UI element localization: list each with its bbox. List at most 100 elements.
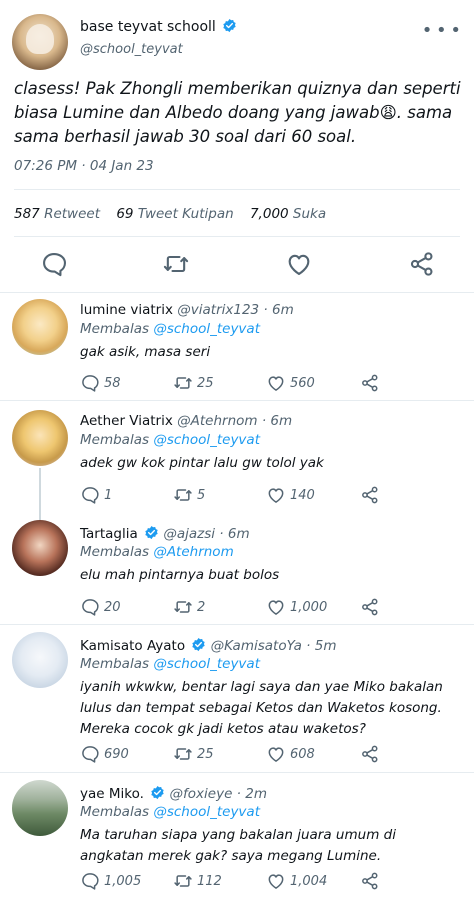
reply-handle: @foxieye · 2m	[169, 786, 267, 802]
like-icon	[268, 600, 284, 615]
reply-tweet[interactable]: Tartaglia @ajazsi · 6m Membalas @Atehrno…	[0, 512, 474, 624]
tweet-timestamp[interactable]: 07:26 PM · 04 Jan 23	[14, 158, 154, 174]
reply-tweet[interactable]: Aether Viatrix @Atehrnom · 6m Membalas @…	[0, 400, 474, 520]
like-icon	[268, 488, 284, 503]
mention-link[interactable]: @school_teyvat	[153, 804, 260, 820]
reply-action[interactable]: 1,005	[80, 871, 141, 891]
share-action[interactable]	[360, 597, 384, 617]
tweet-text: clasess! Pak Zhongli memberikan quiznya …	[14, 77, 462, 149]
reply-text: Ma taruhan siapa yang bakalan juara umum…	[80, 827, 396, 864]
like-icon	[268, 747, 284, 762]
reply-author: Tartaglia	[80, 526, 138, 542]
reply-text: gak asik, masa seri	[80, 344, 211, 360]
main-actions-bar	[0, 250, 474, 280]
retweet-action[interactable]: 25	[173, 373, 214, 393]
reply-icon	[82, 599, 99, 616]
reply-handle: @KamisatoYa · 5m	[210, 638, 337, 654]
mention-link[interactable]: @Atehrnom	[153, 544, 233, 560]
avatar[interactable]	[12, 299, 68, 355]
reply-icon	[82, 487, 99, 504]
reply-tweet[interactable]: lumine viatrix @viatrix123 · 6m Membalas…	[0, 292, 474, 400]
reply-text: elu mah pintarnya buat bolos	[80, 567, 280, 583]
retweet-action[interactable]: 25	[173, 744, 214, 764]
reply-text: adek gw kok pintar lalu gw tolol yak	[80, 455, 324, 471]
like-stat[interactable]: 7,000 Suka	[250, 206, 326, 222]
verified-badge-icon	[192, 637, 206, 652]
share-action[interactable]	[360, 744, 384, 764]
retweet-action[interactable]: 2	[173, 597, 205, 617]
mention-link[interactable]: @school_teyvat	[153, 432, 260, 448]
retweet-icon[interactable]	[162, 250, 190, 278]
reply-actions: 690 25 608	[80, 744, 400, 766]
reply-handle: @ajazsi · 6m	[163, 526, 250, 542]
divider	[14, 236, 460, 237]
reply-actions: 1,005 112 1,004	[80, 871, 400, 893]
share-icon	[362, 745, 378, 763]
reply-icon	[82, 375, 99, 392]
verified-badge-icon	[151, 785, 164, 800]
share-icon	[362, 374, 378, 392]
more-options-icon[interactable]: • • •	[422, 20, 461, 41]
author-name-row[interactable]: base teyvat schooll	[80, 18, 237, 35]
retweet-action[interactable]: 112	[173, 871, 222, 891]
like-icon[interactable]	[285, 250, 313, 278]
verified-badge-icon	[223, 18, 236, 33]
replying-to: Membalas @school_teyvat	[80, 656, 260, 672]
quote-stat[interactable]: 69 Tweet Kutipan	[116, 206, 233, 222]
share-icon	[362, 872, 378, 890]
replying-to: Membalas @school_teyvat	[80, 432, 260, 448]
share-icon	[362, 486, 378, 504]
share-action[interactable]	[360, 373, 384, 393]
share-icon[interactable]	[408, 250, 436, 278]
like-icon	[268, 874, 284, 889]
like-action[interactable]: 560	[266, 373, 315, 393]
reply-actions: 20 2 1,000	[80, 597, 400, 619]
reply-tweet[interactable]: yae Miko. @foxieye · 2m Membalas @school…	[0, 772, 474, 900]
tweet-stats: 587 Retweet 69 Tweet Kutipan 7,000 Suka	[14, 206, 338, 222]
reply-author: Kamisato Ayato	[80, 638, 186, 654]
reply-action[interactable]: 58	[80, 373, 121, 393]
author-handle[interactable]: @school_teyvat	[80, 42, 183, 57]
mention-link[interactable]: @school_teyvat	[153, 321, 260, 337]
retweet-icon	[174, 875, 192, 887]
reply-icon[interactable]	[40, 250, 68, 278]
like-action[interactable]: 608	[266, 744, 315, 764]
reply-icon	[82, 873, 99, 890]
reply-action[interactable]: 690	[80, 744, 129, 764]
reply-author-row[interactable]: yae Miko. @foxieye · 2m	[80, 785, 267, 802]
reply-actions: 58 25 560	[80, 373, 400, 395]
author-display-name: base teyvat schooll	[80, 19, 216, 35]
reply-author[interactable]: lumine viatrix @viatrix123 · 6m	[80, 302, 294, 318]
like-action[interactable]: 140	[266, 485, 315, 505]
reply-icon	[82, 746, 99, 763]
weary-face-emoji: 😩	[379, 103, 397, 122]
retweet-icon	[174, 489, 192, 501]
reply-text: iyanih wkwkw, bentar lagi saya dan yae M…	[80, 679, 443, 737]
avatar[interactable]	[12, 780, 68, 836]
reply-author[interactable]: Aether Viatrix @Atehrnom · 6m	[80, 413, 292, 429]
avatar[interactable]	[12, 14, 68, 70]
like-action[interactable]: 1,000	[266, 597, 327, 617]
reply-author-row[interactable]: Tartaglia @ajazsi · 6m	[80, 525, 250, 542]
reply-action[interactable]: 1	[80, 485, 112, 505]
like-action[interactable]: 1,004	[266, 871, 327, 891]
reply-actions: 1 5 140	[80, 485, 400, 507]
replying-to: Membalas @school_teyvat	[80, 321, 260, 337]
share-action[interactable]	[360, 871, 384, 891]
reply-tweet[interactable]: Kamisato Ayato @KamisatoYa · 5m Membalas…	[0, 624, 474, 772]
main-tweet: base teyvat schooll @school_teyvat • • •…	[0, 0, 474, 292]
avatar[interactable]	[12, 410, 68, 466]
retweet-stat[interactable]: 587 Retweet	[14, 206, 100, 222]
reply-action[interactable]: 20	[80, 597, 121, 617]
avatar[interactable]	[12, 632, 68, 688]
reply-author-row[interactable]: Kamisato Ayato @KamisatoYa · 5m	[80, 637, 336, 654]
divider	[14, 189, 460, 190]
mention-link[interactable]: @school_teyvat	[153, 656, 260, 672]
retweet-action[interactable]: 5	[173, 485, 205, 505]
verified-badge-icon	[145, 525, 158, 540]
like-icon	[268, 376, 284, 391]
replying-to: Membalas @school_teyvat	[80, 804, 260, 820]
avatar[interactable]	[12, 520, 68, 576]
reply-author: yae Miko.	[80, 786, 144, 802]
share-action[interactable]	[360, 485, 384, 505]
